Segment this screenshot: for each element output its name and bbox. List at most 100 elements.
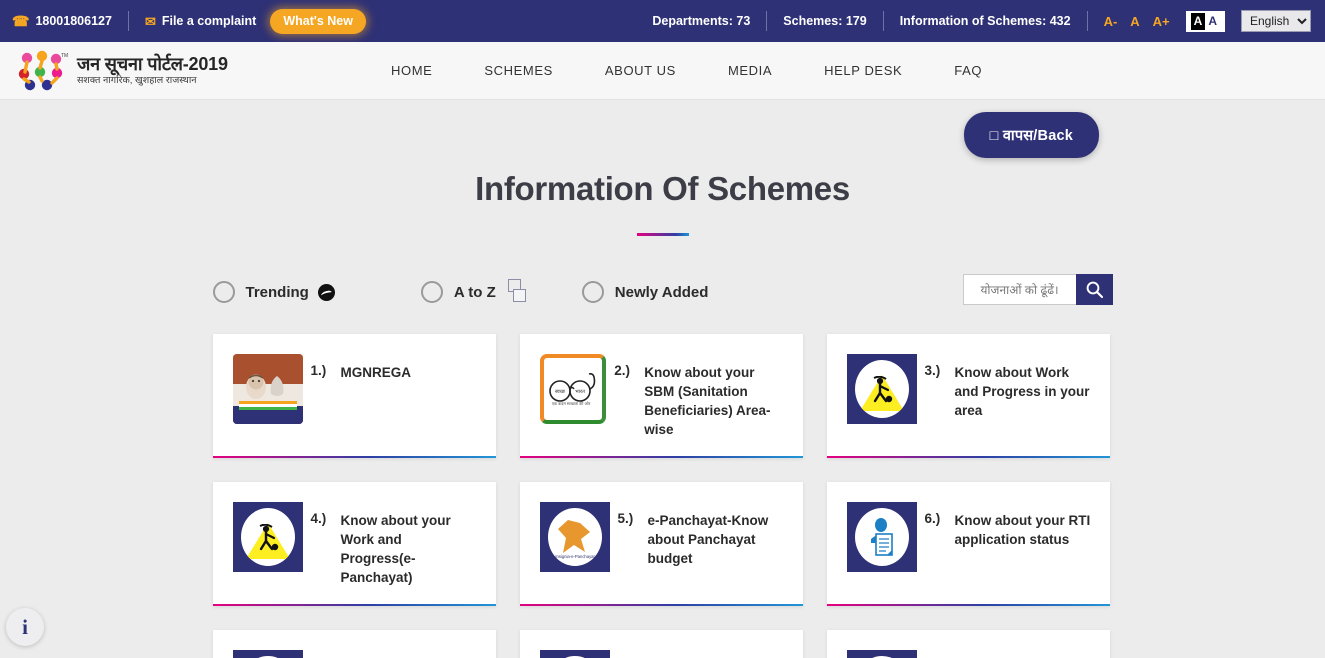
- nav-item-faq[interactable]: FAQ: [928, 63, 1008, 78]
- search-button[interactable]: [1075, 274, 1113, 305]
- scheme-number: 4.): [310, 511, 327, 526]
- scheme-number: 6.): [924, 511, 941, 526]
- helpline-number: 18001806127: [35, 14, 112, 28]
- scheme-card[interactable]: 1.) MGNREGA: [212, 334, 496, 458]
- mail-icon: ✉: [144, 13, 156, 29]
- scheme-title: Know about Work and Progress in your are…: [954, 365, 1090, 419]
- nav-item-about-us[interactable]: ABOUT US: [579, 63, 702, 78]
- svg-text:भारत: भारत: [575, 389, 585, 395]
- e-panchayat-thumb-icon: Insignia-e-Panchayat: [539, 502, 610, 572]
- font-size-controls: A- A A+: [1104, 14, 1170, 29]
- filter-label-trending: Trending: [245, 283, 309, 301]
- back-button-row: □ वापस/Back: [0, 100, 1325, 158]
- divider: [882, 11, 884, 31]
- filter-option-trending[interactable]: Trending: [212, 281, 335, 303]
- scheme-card-body: 4.) Know about your Work and Progress(e-…: [311, 502, 480, 588]
- helpline-phone[interactable]: ☎ 18001806127: [12, 14, 112, 28]
- search-input[interactable]: [962, 274, 1076, 305]
- rti-thumb-icon: [846, 502, 917, 572]
- contrast-light-button[interactable]: A: [1205, 13, 1220, 30]
- search-icon: [1086, 281, 1103, 299]
- nav-item-home[interactable]: HOME: [365, 63, 458, 78]
- font-increase-button[interactable]: A+: [1153, 14, 1170, 29]
- jan-soochna-logo-icon: TM: [16, 50, 68, 92]
- swachh-bharat-thumb-icon: स्वच्छ भारत एक कदम स्वच्छता की ओर: [539, 354, 607, 424]
- topbar-right-group: Departments: 73 Schemes: 179 Information…: [652, 10, 1311, 32]
- stat-information-of-schemes: Information of Schemes: 432: [899, 14, 1071, 28]
- font-normal-button[interactable]: A: [1130, 14, 1139, 29]
- scheme-title: e-Panchayat-Know about Panchayat budget: [647, 513, 769, 567]
- filter-label-newly-added: Newly Added: [614, 283, 709, 301]
- search-box: [962, 274, 1113, 305]
- phone-icon: ☎: [12, 13, 30, 29]
- scheme-card[interactable]: 7.) Know about RTI application in your P…: [212, 630, 496, 658]
- filter-option-newly-added[interactable]: Newly Added: [581, 281, 709, 303]
- page-content: □ वापस/Back Information Of Schemes Trend…: [0, 100, 1325, 658]
- svg-text:स्वच्छ: स्वच्छ: [555, 389, 566, 395]
- nav-item-help-desk[interactable]: HELP DESK: [798, 63, 928, 78]
- page-title: Information Of Schemes: [475, 170, 850, 207]
- brand-logo[interactable]: TM जन सूचना पोर्टल-2019 सशक्त नागरिक, खु…: [0, 50, 330, 92]
- topbar-left-group: ☎ 18001806127 ✉ File a complaint What's …: [12, 8, 366, 34]
- scheme-card-body: 9.) PIO Wise status: [925, 650, 1057, 658]
- scheme-card[interactable]: स्वच्छ भारत एक कदम स्वच्छता की ओर 2.) Kn…: [519, 334, 803, 458]
- divider: [127, 11, 129, 31]
- work-progress-thumb-icon: [232, 502, 303, 572]
- rti-thumb-icon: [846, 650, 917, 658]
- scheme-title: Know about your RTI application status: [954, 513, 1091, 548]
- file-a-complaint-label: File a complaint: [161, 14, 257, 28]
- scheme-card-body: 8.) Know about District wise RTI applica…: [618, 650, 787, 658]
- stat-schemes: Schemes: 179: [783, 14, 867, 28]
- radio-newly-added[interactable]: [581, 281, 604, 303]
- filter-option-a-to-z[interactable]: A to Z: [420, 279, 528, 305]
- scheme-card-body: 3.) Know about Work and Progress in your…: [925, 354, 1094, 420]
- scheme-card[interactable]: Insignia-e-Panchayat 5.) e-Panchayat-Kno…: [519, 482, 803, 606]
- radio-trending[interactable]: [212, 281, 235, 303]
- filter-label-a-to-z: A to Z: [453, 283, 496, 301]
- scheme-card-body: 1.) MGNREGA: [311, 354, 412, 382]
- scheme-title: Know about your SBM (Sanitation Benefici…: [644, 365, 771, 438]
- filter-row: Trending A to Z Newly Added: [212, 272, 1113, 312]
- back-button[interactable]: □ वापस/Back: [963, 112, 1099, 158]
- font-decrease-button[interactable]: A-: [1104, 14, 1118, 29]
- rti-thumb-icon: [539, 650, 610, 658]
- divider: [1086, 11, 1088, 31]
- sort-az-icon: [507, 279, 528, 305]
- top-utility-bar: ☎ 18001806127 ✉ File a complaint What's …: [0, 0, 1325, 42]
- radio-a-to-z[interactable]: [420, 281, 443, 303]
- main-navbar: TM जन सूचना पोर्टल-2019 सशक्त नागरिक, खु…: [0, 42, 1325, 100]
- file-a-complaint-link[interactable]: ✉ File a complaint: [145, 14, 256, 28]
- scheme-title: MGNREGA: [340, 365, 412, 380]
- scheme-card-body: 2.) Know about your SBM (Sanitation Bene…: [614, 354, 786, 440]
- scheme-card[interactable]: 6.) Know about your RTI application stat…: [826, 482, 1110, 606]
- scheme-number: 1.): [310, 363, 327, 378]
- scheme-card[interactable]: 3.) Know about Work and Progress in your…: [826, 334, 1110, 458]
- title-underline: [636, 233, 689, 236]
- scheme-number: 2.): [614, 363, 630, 378]
- scheme-card-body: 7.) Know about RTI application in your P…: [311, 650, 480, 658]
- scheme-card[interactable]: 4.) Know about your Work and Progress(e-…: [212, 482, 496, 606]
- language-select[interactable]: English: [1241, 10, 1311, 32]
- contrast-dark-button[interactable]: A: [1190, 12, 1206, 30]
- divider: [766, 11, 768, 31]
- content-container: Trending A to Z Newly Added योजनाओं को ढ…: [212, 272, 1113, 658]
- nav-item-schemes[interactable]: SCHEMES: [458, 63, 579, 78]
- svg-text:एक कदम स्वच्छता की ओर: एक कदम स्वच्छता की ओर: [552, 401, 591, 406]
- svg-text:Insignia-e-Panchayat: Insignia-e-Panchayat: [555, 554, 595, 559]
- scheme-card[interactable]: 8.) Know about District wise RTI applica…: [519, 630, 803, 658]
- primary-navigation: HOME SCHEMES ABOUT US MEDIA HELP DESK FA…: [365, 63, 1008, 78]
- brand-text: जन सूचना पोर्टल-2019 सशक्त नागरिक, खुशहा…: [77, 53, 228, 87]
- info-icon: i: [22, 614, 28, 639]
- work-progress-thumb-icon: [846, 354, 917, 424]
- nav-item-media[interactable]: MEDIA: [702, 63, 798, 78]
- rti-thumb-icon: [232, 650, 303, 658]
- scheme-card[interactable]: 9.) PIO Wise status: [826, 630, 1110, 658]
- scheme-number: 3.): [924, 363, 941, 378]
- scheme-title: Know about your Work and Progress(e-Panc…: [340, 513, 451, 586]
- schemes-grid: 1.) MGNREGA स्वच्छ भारत एक कदम स्वच्छता …: [212, 334, 1113, 658]
- accessibility-widget-button[interactable]: i: [6, 608, 44, 646]
- brand-title: जन सूचना पोर्टल-2019: [77, 53, 228, 74]
- mgnrega-thumb-icon: [232, 354, 303, 424]
- stat-departments: Departments: 73: [652, 14, 751, 28]
- whats-new-button[interactable]: What's New: [270, 8, 366, 34]
